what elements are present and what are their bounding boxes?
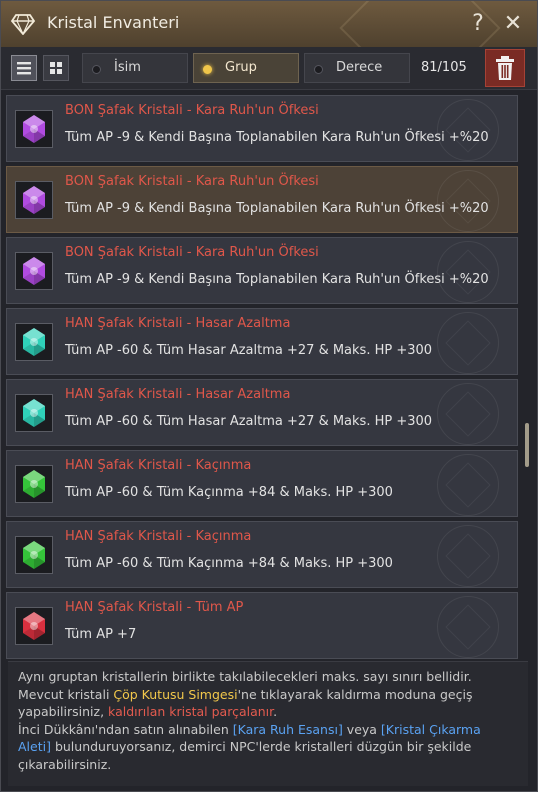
radio-icon: [314, 65, 323, 74]
crystal-slot[interactable]: [15, 323, 53, 361]
crystal-slot[interactable]: [15, 536, 53, 574]
sort-label: Grup: [225, 60, 257, 75]
crystal-name: HAN Şafak Kristali - Kaçınma: [65, 458, 252, 473]
diamond-icon: [11, 14, 35, 35]
crystal-inventory-window: Kristal Envanteri ? ✕ İsim Grup Derece 8…: [0, 0, 538, 792]
crystal-list[interactable]: BON Şafak Kristali - Kara Ruh'un Öfkesi T…: [6, 95, 518, 659]
crystal-name: HAN Şafak Kristali - Hasar Azaltma: [65, 387, 291, 402]
crystal-count: 81/105: [421, 60, 467, 75]
crystal-slot[interactable]: [15, 394, 53, 432]
scrollbar-thumb[interactable]: [525, 423, 529, 467]
crystal-name: BON Şafak Kristali - Kara Ruh'un Öfkesi: [65, 245, 319, 260]
crystal-name: BON Şafak Kristali - Kara Ruh'un Öfkesi: [65, 103, 319, 118]
crystal-row[interactable]: HAN Şafak Kristali - Kaçınma Tüm AP -60 &…: [6, 450, 518, 517]
crystal-gem-icon: [23, 186, 45, 214]
crystal-name: HAN Şafak Kristali - Tüm AP: [65, 600, 244, 615]
trash-icon: [496, 56, 514, 80]
crystal-row[interactable]: BON Şafak Kristali - Kara Ruh'un Öfkesi T…: [6, 95, 518, 162]
crystal-effect: Tüm AP -9 & Kendi Başına Toplanabilen Ka…: [65, 201, 489, 216]
crystal-slot[interactable]: [15, 110, 53, 148]
crystal-slot[interactable]: [15, 252, 53, 290]
crystal-effect: Tüm AP -60 & Tüm Hasar Azaltma +27 & Mak…: [65, 343, 433, 358]
toolbar: İsim Grup Derece 81/105: [1, 47, 537, 90]
crystal-effect: Tüm AP -9 & Kendi Başına Toplanabilen Ka…: [65, 130, 489, 145]
emblem-decoration: [437, 383, 499, 445]
crystal-gem-icon: [23, 470, 45, 498]
crystal-row[interactable]: HAN Şafak Kristali - Kaçınma Tüm AP -60 &…: [6, 521, 518, 588]
radio-icon: [203, 65, 212, 74]
info-line: çıkarabilirsiniz.: [18, 756, 112, 772]
info-line: Aleti] bulunduruyorsanız, demirci NPC'le…: [18, 739, 472, 754]
crystal-slot[interactable]: [15, 181, 53, 219]
crystal-name: BON Şafak Kristali - Kara Ruh'un Öfkesi: [65, 174, 319, 189]
help-button[interactable]: ?: [464, 10, 492, 38]
list-view-button[interactable]: [11, 55, 37, 81]
sort-by-grade-button[interactable]: Derece: [304, 53, 410, 83]
info-line: Mevcut kristali Çöp Kutusu Simgesi'ne tı…: [18, 686, 473, 702]
trash-button[interactable]: [485, 49, 525, 87]
crystal-gem-icon: [23, 541, 45, 569]
window-title: Kristal Envanteri: [47, 13, 180, 32]
sort-label: İsim: [114, 60, 141, 75]
emblem-decoration: [437, 596, 499, 658]
trash-icon-hint: Çöp Kutusu Simgesi: [113, 686, 238, 702]
crystal-row[interactable]: BON Şafak Kristali - Kara Ruh'un Öfkesi T…: [6, 166, 518, 233]
emblem-decoration: [437, 525, 499, 587]
item-link-crystal-extraction-tool[interactable]: Aleti]: [18, 739, 51, 754]
crystal-effect: Tüm AP -60 & Tüm Kaçınma +84 & Maks. HP …: [65, 485, 393, 500]
crystal-slot[interactable]: [15, 607, 53, 645]
crystal-gem-icon: [23, 115, 45, 143]
crystal-effect: Tüm AP -9 & Kendi Başına Toplanabilen Ka…: [65, 272, 489, 287]
grid-view-icon: [50, 62, 62, 74]
info-line: yapabilirsiniz, kaldırılan kristal parça…: [18, 704, 278, 719]
emblem-decoration: [437, 312, 499, 374]
crystal-gem-icon: [23, 328, 45, 356]
item-link-black-spirit-essence[interactable]: [Kara Ruh Esansı]: [233, 722, 343, 737]
sort-by-name-button[interactable]: İsim: [82, 53, 188, 83]
crystal-row[interactable]: HAN Şafak Kristali - Hasar Azaltma Tüm AP…: [6, 308, 518, 375]
crystal-effect: Tüm AP -60 & Tüm Hasar Azaltma +27 & Mak…: [65, 414, 433, 429]
crystal-slot[interactable]: [15, 465, 53, 503]
radio-icon: [92, 65, 101, 74]
info-line: İnci Dükkânı'ndan satın alınabilen [Kara…: [18, 721, 481, 737]
emblem-decoration: [437, 454, 499, 516]
crystal-effect: Tüm AP -60 & Tüm Kaçınma +84 & Maks. HP …: [65, 556, 393, 571]
info-panel: Aynı gruptan kristallerin birlikte takıl…: [8, 661, 528, 786]
crystal-row[interactable]: HAN Şafak Kristali - Tüm AP Tüm AP +7: [6, 592, 518, 659]
list-view-icon: [17, 62, 31, 75]
crystal-gem-icon: [23, 257, 45, 285]
crystal-row[interactable]: HAN Şafak Kristali - Hasar Azaltma Tüm AP…: [6, 379, 518, 446]
sort-label: Derece: [336, 60, 383, 75]
warning-text: kaldırılan kristal parçalanır: [108, 704, 274, 719]
info-line: Aynı gruptan kristallerin birlikte takıl…: [18, 669, 472, 684]
crystal-row[interactable]: BON Şafak Kristali - Kara Ruh'un Öfkesi T…: [6, 237, 518, 304]
crystal-name: HAN Şafak Kristali - Kaçınma: [65, 529, 252, 544]
title-bar[interactable]: Kristal Envanteri ? ✕: [1, 1, 537, 48]
crystal-gem-icon: [23, 399, 45, 427]
crystal-gem-icon: [23, 612, 45, 640]
grid-view-button[interactable]: [43, 55, 69, 81]
crystal-effect: Tüm AP +7: [65, 627, 137, 642]
item-link-crystal-extraction-tool[interactable]: [Kristal Çıkarma: [381, 722, 481, 737]
close-button[interactable]: ✕: [499, 10, 527, 38]
crystal-name: HAN Şafak Kristali - Hasar Azaltma: [65, 316, 291, 331]
sort-by-group-button[interactable]: Grup: [193, 53, 299, 83]
scrollbar-track[interactable]: [525, 95, 529, 659]
